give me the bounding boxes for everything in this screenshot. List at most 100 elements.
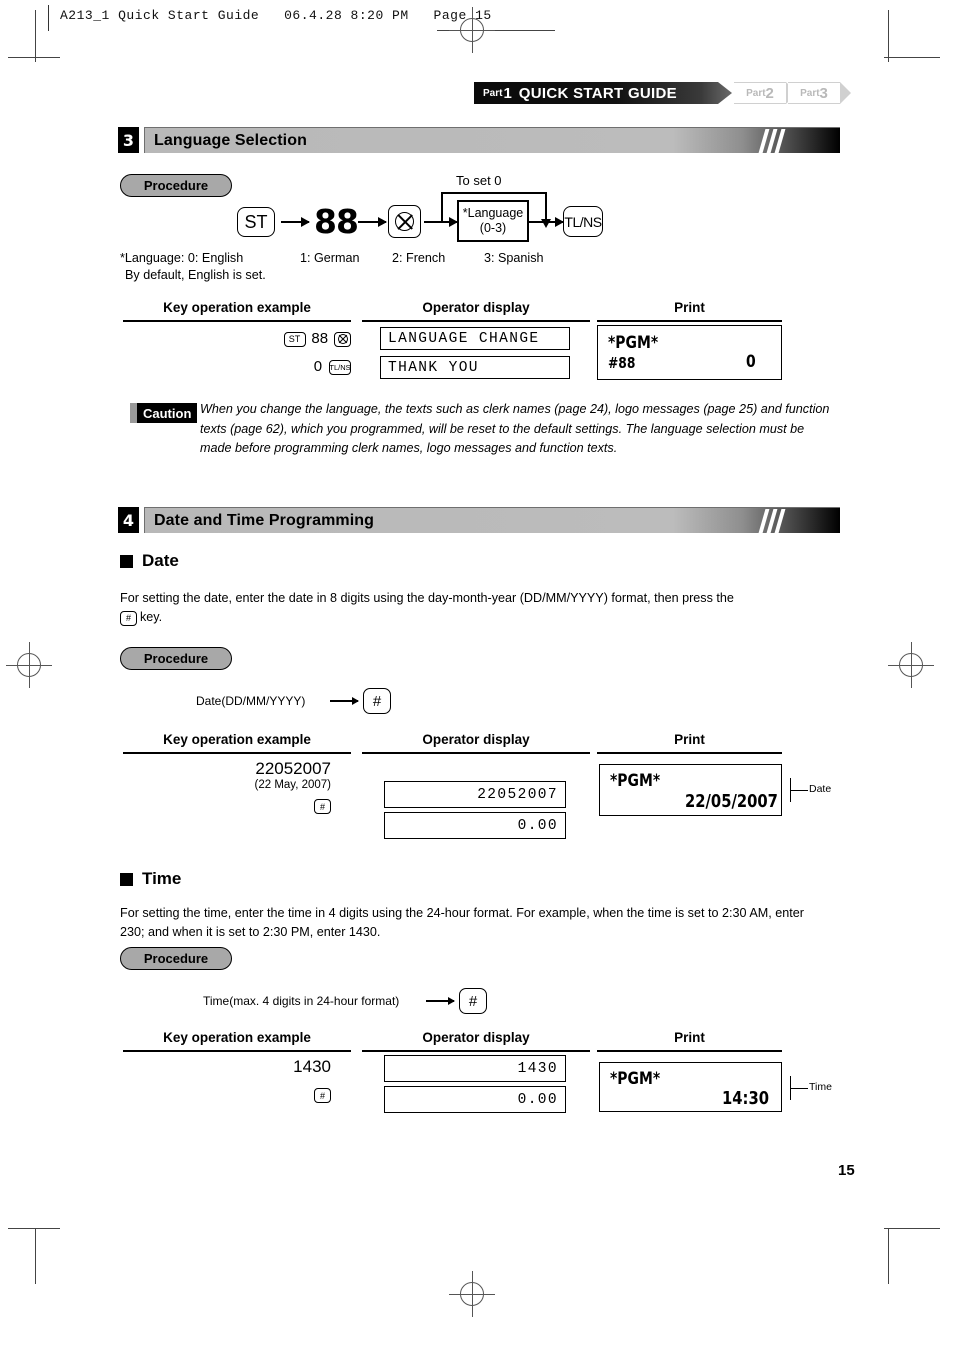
section-3-number: 3	[118, 127, 139, 153]
key-operation-row-1: ST 88	[171, 330, 351, 347]
date-flow-label: Date(DD/MM/YYYY)	[196, 694, 306, 708]
print-line-value: 0	[746, 352, 756, 372]
key-tlns[interactable]: TL/NS	[563, 206, 603, 237]
inline-key-st[interactable]: ST	[283, 331, 306, 347]
part-3-tab[interactable]: Part 3	[788, 82, 851, 104]
subheading-date-label: Date	[142, 551, 179, 570]
col-rule-1c	[597, 320, 782, 322]
time-keyop-value: 1430	[293, 1057, 331, 1076]
crop-mark-bl-h	[8, 1228, 60, 1229]
multiply-icon	[395, 212, 414, 231]
time-operator-display-row-2: 0.00	[384, 1086, 566, 1113]
print-receipt-date: *PGM* 22/05/2007	[599, 764, 782, 816]
date-flow-arrow	[330, 697, 359, 704]
col-header-print-2: Print	[674, 732, 705, 747]
procedure-badge-time: Procedure	[120, 947, 232, 970]
col-header-print-3: Print	[674, 1030, 705, 1045]
print-receipt-language: *PGM* #88 0	[597, 325, 782, 380]
flow-arrow-1	[281, 217, 310, 227]
caution-edge	[130, 403, 137, 423]
part-2-tab[interactable]: Part 2	[734, 82, 797, 104]
time-operator-display-row-1: 1430	[384, 1055, 566, 1082]
crop-mark-tr-h	[884, 57, 940, 58]
key-hash-date[interactable]: #	[363, 688, 391, 714]
col-header-key-operation-3: Key operation example	[163, 1030, 311, 1045]
part-1-tab-active[interactable]: Part 1 QUICK START GUIDE	[474, 82, 732, 104]
flow-value-88: 88	[314, 202, 359, 241]
part-3-label: Part	[800, 87, 820, 99]
time-flow-arrow	[426, 997, 455, 1004]
key-st[interactable]: ST	[237, 207, 275, 237]
to-set-zero-label: To set 0	[456, 173, 502, 188]
procedure-badge-language: Procedure	[120, 174, 232, 197]
section-3-title: Language Selection	[154, 131, 307, 149]
language-value-box: *Language (0-3)	[457, 200, 529, 242]
inline-key-hash-date-body[interactable]: #	[120, 611, 137, 627]
caution-text: When you change the language, the texts …	[200, 402, 830, 455]
date-body-text: For setting the date, enter the date in …	[120, 589, 820, 627]
registration-mark-left	[6, 642, 52, 688]
inline-value-88: 88	[311, 330, 329, 347]
part-1-title: QUICK START GUIDE	[518, 84, 677, 102]
flow-arrow-2	[358, 217, 387, 227]
language-box-line2: (0-3)	[479, 221, 507, 235]
part-2-label: Part	[746, 87, 766, 99]
part-1-number: 1	[503, 84, 512, 102]
col-rule-2b	[362, 752, 590, 754]
operator-display-row-2: THANK YOU	[380, 356, 570, 379]
operator-display-row-1: LANGUAGE CHANGE	[380, 327, 570, 350]
part-3-number: 3	[819, 84, 828, 102]
slash-decoration-icon-2	[758, 508, 788, 533]
inline-value-0: 0	[313, 358, 323, 375]
key-hash-time[interactable]: #	[459, 988, 487, 1014]
bypass-line-h	[441, 192, 547, 194]
col-rule-2c	[597, 752, 782, 754]
col-rule-3c	[597, 1050, 782, 1052]
crop-mark-tr-v	[888, 10, 889, 62]
inline-key-tlns[interactable]: TL/NS	[329, 359, 351, 375]
section-4-header: 4 Date and Time Programming	[118, 507, 840, 533]
section-3-header: 3 Language Selection	[118, 127, 840, 153]
registration-mark-right	[888, 642, 934, 688]
flow-line-4	[529, 221, 546, 223]
col-header-operator-display-3: Operator display	[422, 1030, 530, 1045]
procedure-label-date: Procedure	[143, 651, 209, 666]
bullet-square-icon	[120, 554, 133, 568]
crop-mark-br-v	[888, 1228, 889, 1284]
col-header-print-1: Print	[674, 300, 705, 315]
time-keyop-key-row: #	[171, 1087, 331, 1105]
date-operator-display-row-1: 22052007	[384, 781, 566, 808]
crop-mark-tl-v	[35, 10, 36, 62]
procedure-badge-date: Procedure	[120, 647, 232, 670]
key-multiply[interactable]	[388, 205, 421, 238]
time-leader: Time	[782, 1068, 852, 1108]
subheading-time-label: Time	[142, 869, 182, 888]
print-line-pgm-time: *PGM*	[610, 1069, 661, 1089]
crop-mark-tl-h	[8, 57, 60, 58]
date-operator-display-row-2: 0.00	[384, 812, 566, 839]
inline-key-hash-date-table[interactable]: #	[314, 799, 331, 815]
date-leader-label: Date	[809, 783, 832, 795]
col-rule-3a	[123, 1050, 351, 1052]
inline-key-hash-time-table[interactable]: #	[314, 1088, 331, 1104]
registration-mark-top	[449, 7, 495, 53]
part-1-label: Part	[483, 87, 503, 99]
col-header-operator-display-2: Operator display	[422, 732, 530, 747]
header-rule	[48, 5, 49, 31]
document-running-header: A213_1 Quick Start Guide 06.4.28 8:20 PM…	[60, 8, 492, 23]
crop-mark-bl-v	[35, 1228, 36, 1284]
date-keyop-note: (22 May, 2007)	[254, 779, 332, 791]
part-2-number: 2	[765, 84, 774, 102]
print-line-88: #88	[608, 354, 636, 372]
inline-key-multiply[interactable]	[334, 331, 351, 347]
subheading-time: Time	[120, 869, 181, 889]
col-rule-1a	[123, 320, 351, 322]
caution-label: Caution	[137, 403, 198, 423]
print-line-date-value: 22/05/2007	[685, 791, 778, 812]
print-line-time-value: 14:30	[722, 1088, 769, 1109]
col-header-key-operation-1: Key operation example	[163, 300, 311, 315]
language-box-line1: *Language	[462, 206, 524, 220]
subheading-date: Date	[120, 551, 179, 571]
section-4-title: Date and Time Programming	[154, 511, 375, 529]
procedure-label: Procedure	[143, 178, 209, 193]
